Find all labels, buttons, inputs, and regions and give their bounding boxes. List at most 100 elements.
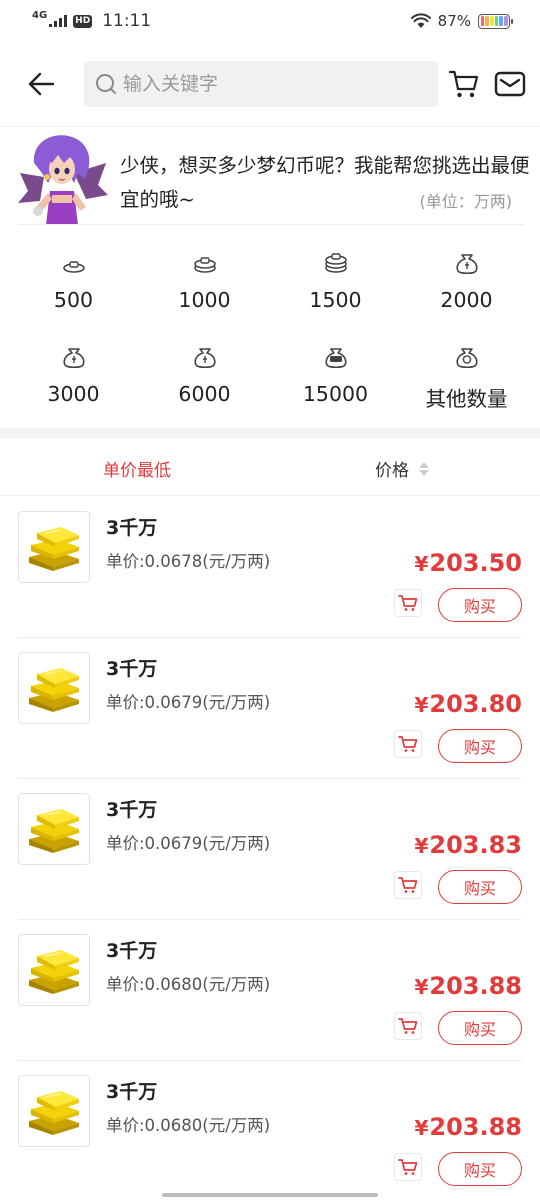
item-title: 3千万 (106, 658, 158, 680)
currency-symbol: ¥ (414, 552, 429, 576)
amount-label: 3000 (47, 382, 100, 406)
item-price: ¥203.83 (414, 831, 522, 859)
add-to-cart-button[interactable] (394, 730, 422, 758)
section-gap (0, 428, 540, 438)
item-price: ¥203.80 (414, 690, 522, 718)
item-title: 3千万 (106, 799, 158, 821)
sort-by-price[interactable]: 价格 (375, 456, 429, 481)
mail-icon[interactable] (494, 70, 526, 98)
amount-label: 其他数量 (425, 387, 508, 411)
wifi-icon (410, 13, 431, 28)
status-right: 87% (410, 12, 513, 30)
coin-stack-large-icon (322, 250, 350, 280)
product-item[interactable]: 3千万单价:0.0679(元/万两) ¥203.83 购买 (0, 779, 540, 920)
add-to-cart-button[interactable] (394, 1153, 422, 1181)
gold-bar-thumbnail (18, 793, 90, 865)
currency-symbol: ¥ (414, 975, 429, 999)
banner-divider (18, 224, 524, 225)
product-list: 3千万 单价:0.0678(元/万两) ¥203.50 购买 3千万 单价:0.0679(… (0, 497, 540, 1200)
amount-option[interactable]: 1000 (139, 250, 270, 312)
price-value: 203.83 (429, 831, 522, 859)
sort-price-label: 价格 (375, 461, 409, 481)
item-price: ¥203.88 (414, 1113, 522, 1141)
item-price: ¥203.88 (414, 972, 522, 1000)
amount-label: 500 (53, 288, 94, 312)
character-avatar (18, 135, 108, 225)
item-title: 3千万 (106, 1081, 158, 1103)
amount-option[interactable]: 6000 (139, 344, 270, 406)
item-title: 3千万 (106, 517, 158, 539)
currency-symbol: ¥ (414, 834, 429, 858)
money-bag-question-icon (453, 344, 481, 374)
amount-label: 6000 (178, 382, 231, 406)
coin-stack-small-icon (60, 250, 88, 280)
cart-icon (398, 735, 418, 753)
product-item[interactable]: 3千万单价:0.0679(元/万两) ¥203.80 购买 (0, 638, 540, 779)
amount-label: 2000 (440, 288, 493, 312)
amount-option[interactable]: 500 (8, 250, 139, 312)
banner-unit: (单位：万两) (419, 192, 513, 211)
add-to-cart-button[interactable] (394, 1012, 422, 1040)
cart-icon (398, 1158, 418, 1176)
cart-icon (398, 594, 418, 612)
amount-option[interactable]: 其他数量 (401, 344, 532, 411)
item-unit-price: 单价:0.0680(元/万两) (106, 1116, 271, 1135)
coin-stack-icon (191, 250, 219, 280)
buy-button[interactable]: 购买 (438, 729, 522, 763)
search-box[interactable] (84, 61, 438, 107)
battery-percent: 87% (437, 12, 471, 30)
status-left: 4G HD 11:11 (32, 10, 152, 32)
battery-icon (478, 13, 513, 29)
item-price: ¥203.50 (414, 549, 522, 577)
network-type: 4G (32, 10, 48, 21)
price-value: 203.88 (429, 972, 522, 1000)
amount-option[interactable]: 1500 (270, 250, 401, 312)
sort-bar: 单价最低 价格 (0, 438, 540, 496)
amount-label: 15000 (302, 382, 369, 406)
add-to-cart-button[interactable] (394, 589, 422, 617)
gold-bar-thumbnail (18, 934, 90, 1006)
gold-bar-thumbnail (18, 511, 90, 583)
price-value: 203.50 (429, 549, 522, 577)
buy-button[interactable]: 购买 (438, 1011, 522, 1045)
buy-button[interactable]: 购买 (438, 588, 522, 622)
clock: 11:11 (102, 11, 152, 31)
currency-symbol: ¥ (414, 1116, 429, 1140)
money-bag-icon (60, 344, 88, 374)
sort-lowest-unit-price[interactable]: 单价最低 (103, 456, 171, 481)
item-unit-price: 单价:0.0680(元/万两) (106, 975, 271, 994)
back-arrow-icon[interactable] (26, 68, 58, 100)
item-title: 3千万 (106, 940, 158, 962)
amount-option[interactable]: 15000 (270, 344, 401, 406)
cart-icon[interactable] (448, 69, 480, 99)
home-indicator[interactable] (162, 1193, 378, 1197)
hd-badge: HD (73, 14, 93, 28)
buy-button[interactable]: 购买 (438, 870, 522, 904)
search-icon (96, 74, 116, 94)
signal-icon (49, 15, 68, 27)
money-bag-icon (453, 250, 481, 280)
add-to-cart-button[interactable] (394, 871, 422, 899)
product-item[interactable]: 3千万单价:0.0678(元/万两) ¥203.50 购买 (0, 497, 540, 638)
currency-symbol: ¥ (414, 693, 429, 717)
amount-option[interactable]: 2000 (401, 250, 532, 312)
price-value: 203.80 (429, 690, 522, 718)
amount-grid: 500 1000 1500 2000 3000 6000 15000 其他数量 (8, 250, 532, 411)
search-input[interactable] (123, 73, 423, 95)
price-value: 203.88 (429, 1113, 522, 1141)
status-bar: 4G HD 11:11 87% (0, 0, 540, 42)
promo-banner: 少侠，想买多少梦幻币呢？我能帮您挑选出最便宜的哦~ (单位：万两) (0, 127, 540, 225)
item-unit-price: 单价:0.0679(元/万两) (106, 834, 271, 853)
gold-bar-thumbnail (18, 652, 90, 724)
item-unit-price: 单价:0.0679(元/万两) (106, 693, 271, 712)
item-unit-price: 单价:0.0678(元/万两) (106, 552, 271, 571)
product-item[interactable]: 3千万单价:0.0680(元/万两) ¥203.88 购买 (0, 920, 540, 1061)
money-bag-max-icon (322, 344, 350, 374)
product-item[interactable]: 3千万单价:0.0680(元/万两) ¥203.88 购买 (0, 1061, 540, 1200)
amount-label: 1500 (309, 288, 362, 312)
amount-option[interactable]: 3000 (8, 344, 139, 406)
buy-button[interactable]: 购买 (438, 1152, 522, 1186)
header (0, 60, 540, 108)
amount-label: 1000 (178, 288, 231, 312)
cart-icon (398, 876, 418, 894)
